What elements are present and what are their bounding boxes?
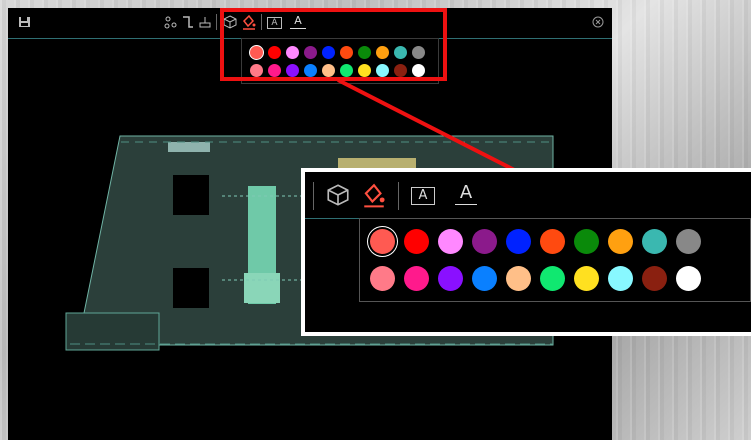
toolbar-divider xyxy=(313,182,314,210)
color-swatch[interactable] xyxy=(438,229,463,254)
save-icon[interactable] xyxy=(17,14,33,30)
building-void xyxy=(173,175,209,215)
toolbar-divider xyxy=(398,182,399,210)
text-icon[interactable]: A xyxy=(455,182,477,205)
zoomed-palette-callout: A A xyxy=(301,168,751,336)
color-swatch[interactable] xyxy=(370,229,395,254)
section-icon[interactable] xyxy=(180,14,196,30)
measure-icon[interactable] xyxy=(163,14,179,30)
color-palette-zoomed xyxy=(359,218,751,302)
color-swatch[interactable] xyxy=(676,229,701,254)
color-swatch[interactable] xyxy=(506,229,531,254)
color-swatch[interactable] xyxy=(506,266,531,291)
palette-row xyxy=(370,266,701,291)
color-swatch[interactable] xyxy=(540,266,565,291)
zoomed-toolbar: A A xyxy=(305,172,751,219)
color-swatch[interactable] xyxy=(608,266,633,291)
color-swatch[interactable] xyxy=(370,266,395,291)
toolbar-divider xyxy=(216,14,217,30)
cube-icon[interactable] xyxy=(325,182,351,208)
color-swatch[interactable] xyxy=(642,229,667,254)
close-icon[interactable] xyxy=(590,14,606,30)
paint-bucket-icon[interactable] xyxy=(361,182,387,208)
color-swatch[interactable] xyxy=(574,229,599,254)
building-element xyxy=(168,142,210,152)
color-swatch[interactable] xyxy=(540,229,565,254)
building-element xyxy=(244,273,280,303)
floor-icon[interactable] xyxy=(197,14,213,30)
color-swatch[interactable] xyxy=(642,266,667,291)
color-swatch[interactable] xyxy=(472,229,497,254)
palette-row xyxy=(370,229,701,254)
color-swatch[interactable] xyxy=(676,266,701,291)
building-void xyxy=(173,268,209,308)
color-swatch[interactable] xyxy=(438,266,463,291)
color-swatch[interactable] xyxy=(574,266,599,291)
annotation-highlight-box xyxy=(220,8,447,81)
color-swatch[interactable] xyxy=(404,229,429,254)
color-swatch[interactable] xyxy=(608,229,633,254)
color-swatch[interactable] xyxy=(404,266,429,291)
text-box-icon[interactable]: A xyxy=(411,187,435,205)
color-swatch[interactable] xyxy=(472,266,497,291)
